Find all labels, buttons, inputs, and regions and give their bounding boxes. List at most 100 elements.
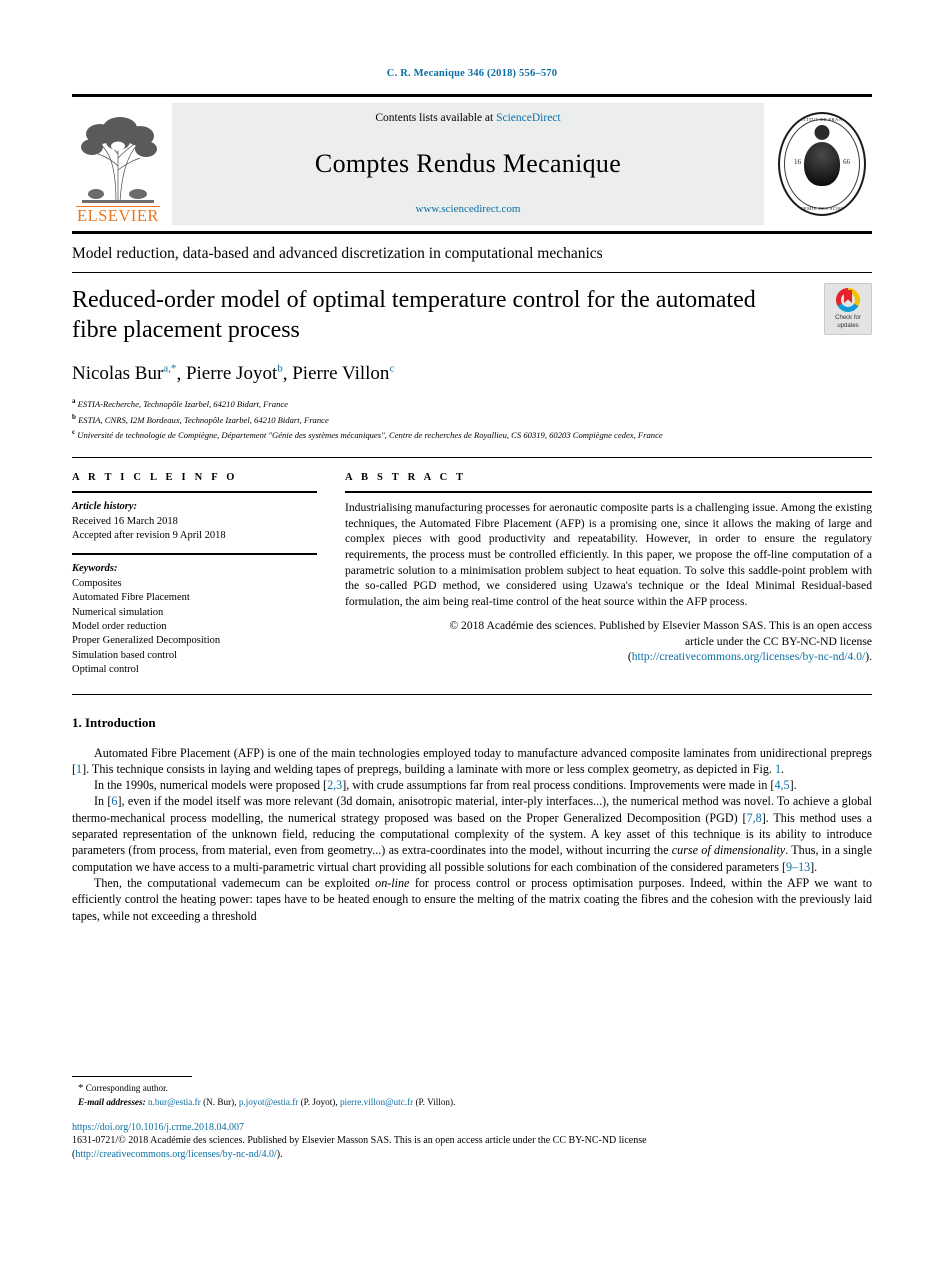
article-received-date: Received 16 March 2018	[72, 515, 178, 527]
doi-line: https://doi.org/10.1016/j.crme.2018.04.0…	[72, 1122, 872, 1133]
keywords-label: Keywords:	[72, 563, 118, 575]
column-gap	[317, 472, 345, 677]
article-history-block: Article history: Received 16 March 2018 …	[72, 500, 317, 543]
keyword-item: Model order reduction	[72, 620, 167, 632]
abstract-copyright-line2: article under the CC BY-NC-ND license	[684, 634, 872, 648]
article-title-block: Check for updates Reduced-order model of…	[72, 273, 872, 441]
section-heading-text: Introduction	[85, 714, 156, 730]
article-info-heading: A R T I C L E I N F O	[72, 472, 238, 484]
corresponding-author-note: * Corresponding author. E-mail addresses…	[72, 1082, 872, 1109]
article-accepted-date: Accepted after revision 9 April 2018	[72, 529, 226, 541]
abstract-rule	[345, 491, 872, 494]
running-head: C. R. Mecanique 346 (2018) 556–570	[386, 68, 558, 79]
emphasis-text: curse of dimensionality	[671, 843, 786, 858]
email-link[interactable]: p.joyot@estia.fr	[239, 1097, 299, 1107]
academy-seal-icon: INSTITUT DE FRANCE 16 66 ACADEMIE DES SC…	[778, 112, 866, 216]
section-heading-introduction: 1. Introduction	[72, 715, 872, 731]
abstract-bottom-rule	[72, 693, 872, 695]
affiliation-mark: c	[72, 427, 76, 436]
section-number: 1.	[72, 714, 82, 730]
seal-bottom-text: ACADEMIE DES SCIENCES	[789, 206, 855, 211]
seal-year-right: 66	[843, 158, 850, 166]
keyword-item: Numerical simulation	[72, 606, 164, 618]
email-label: E-mail addresses:	[78, 1096, 146, 1107]
article-info-column: A R T I C L E I N F O Article history: R…	[72, 472, 317, 677]
crossmark-badge[interactable]: Check for updates	[824, 283, 872, 335]
elsevier-tree-icon	[76, 114, 160, 206]
crossmark-ring-icon	[836, 288, 860, 312]
affiliation-text: ESTIA-Recherche, Technopôle Izarbel, 642…	[77, 399, 288, 410]
author-entry: Pierre Villonc	[292, 363, 394, 384]
footer-copyright: 1631-0721/© 2018 Académie des sciences. …	[72, 1134, 872, 1161]
abstract-text: Industrialising manufacturing processes …	[345, 501, 872, 608]
keyword-item: Composites	[72, 577, 122, 589]
author-entry: Pierre Joyotb	[186, 363, 283, 384]
emphasis-text: on-line	[375, 875, 410, 890]
email-link[interactable]: n.bur@estia.fr	[148, 1097, 201, 1107]
affiliation-list: a ESTIA-Recherche, Technopôle Izarbel, 6…	[72, 395, 872, 441]
article-history-label: Article history:	[72, 501, 138, 513]
crossmark-flag-icon	[844, 290, 852, 303]
affiliation-item: a ESTIA-Recherche, Technopôle Izarbel, 6…	[72, 395, 872, 410]
citation-link[interactable]: 6	[111, 794, 117, 808]
journal-banner: Contents lists available at ScienceDirec…	[172, 103, 764, 225]
page-footer: * Corresponding author. E-mail addresses…	[72, 1076, 872, 1161]
citation-link[interactable]: 4,5	[774, 778, 789, 792]
sciencedirect-link[interactable]: ScienceDirect	[496, 112, 561, 124]
abstract-copyright-line1: © 2018 Académie des sciences. Published …	[449, 619, 872, 633]
page-content: C. R. Mecanique 346 (2018) 556–570 ELSEV…	[72, 0, 872, 924]
introduction-body: Automated Fibre Placement (AFP) is one o…	[72, 745, 872, 924]
corresponding-mark: *	[78, 1082, 84, 1094]
footer-license-link[interactable]: http://creativecommons.org/licenses/by-n…	[75, 1149, 276, 1160]
keywords-block: Keywords: Composites Automated Fibre Pla…	[72, 562, 317, 677]
journal-title: Comptes Rendus Mecanique	[314, 148, 622, 178]
affiliation-text: Université de technologie de Compiègne, …	[77, 429, 663, 440]
journal-masthead: ELSEVIER Contents lists available at Sci…	[72, 94, 872, 225]
citation-link[interactable]: 1	[76, 762, 82, 776]
contents-available-line: Contents lists available at ScienceDirec…	[375, 112, 560, 124]
keyword-item: Automated Fibre Placement	[72, 592, 190, 604]
article-info-rule	[72, 491, 317, 494]
crossmark-label: Check for updates	[835, 315, 861, 329]
elsevier-logo: ELSEVIER	[72, 103, 164, 225]
abstract-heading: A B S T R A C T	[345, 472, 467, 484]
doi-link[interactable]: https://doi.org/10.1016/j.crme.2018.04.0…	[72, 1122, 244, 1133]
seal-sun-icon	[814, 125, 830, 140]
keyword-item: Optimal control	[72, 664, 139, 676]
seal-top-text: INSTITUT DE FRANCE	[794, 117, 850, 122]
contents-prefix: Contents lists available at	[375, 112, 497, 124]
author-marks[interactable]: b	[277, 363, 283, 375]
citation-link[interactable]: 2,3	[327, 778, 342, 792]
paragraph: Automated Fibre Placement (AFP) is one o…	[72, 745, 872, 776]
author-marks[interactable]: c	[389, 363, 394, 375]
license-link[interactable]: http://creativecommons.org/licenses/by-n…	[632, 650, 866, 663]
citation-link[interactable]: 1	[775, 762, 781, 776]
citation-link[interactable]: 7,8	[747, 811, 762, 825]
email-link[interactable]: pierre.villon@utc.fr	[340, 1097, 413, 1107]
elsevier-wordmark: ELSEVIER	[76, 206, 160, 225]
author-entry: Nicolas Bura,*	[72, 363, 176, 384]
footnote-rule	[72, 1076, 192, 1077]
citation-link[interactable]: 9–13	[786, 860, 810, 874]
affiliation-item: b ESTIA, CNRS, I2M Bordeaux, Technopôle …	[72, 411, 872, 426]
affiliation-mark: a	[72, 397, 76, 406]
keywords-rule	[72, 553, 317, 556]
sciencedirect-url-link[interactable]: www.sciencedirect.com	[416, 203, 521, 215]
keyword-item: Proper Generalized Decomposition	[72, 635, 221, 647]
author-marks[interactable]: a,*	[163, 363, 176, 375]
author-name: Pierre Joyot	[185, 363, 278, 385]
paragraph: In the 1990s, numerical models were prop…	[94, 778, 797, 793]
author-name: Nicolas Bur	[72, 363, 164, 385]
issue-section-title: Model reduction, data-based and advanced…	[72, 245, 603, 262]
affiliation-item: c Université de technologie de Compiègne…	[72, 426, 872, 441]
affiliation-text: ESTIA, CNRS, I2M Bordeaux, Technopôle Iz…	[78, 414, 329, 425]
footer-license-paren-close: ).	[276, 1148, 283, 1160]
abstract-column: A B S T R A C T Industrialising manufact…	[345, 472, 872, 677]
page-title: Reduced-order model of optimal temperatu…	[72, 287, 756, 343]
keyword-item: Simulation based control	[72, 649, 177, 661]
article-page: C. R. Mecanique 346 (2018) 556–570 ELSEV…	[0, 0, 935, 1266]
academy-seal: INSTITUT DE FRANCE 16 66 ACADEMIE DES SC…	[772, 103, 872, 225]
corresponding-text: Corresponding author.	[85, 1083, 168, 1093]
info-abstract-section: A R T I C L E I N F O Article history: R…	[72, 457, 872, 677]
footer-copyright-text: 1631-0721/© 2018 Académie des sciences. …	[72, 1135, 647, 1146]
